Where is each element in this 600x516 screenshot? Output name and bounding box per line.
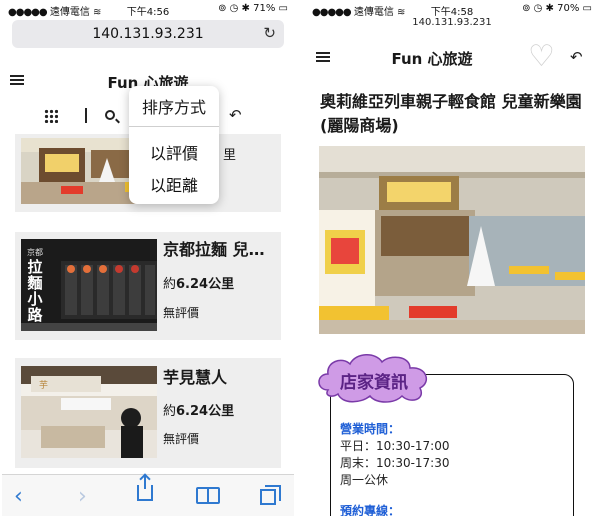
bookmarks-icon[interactable]: [196, 487, 220, 504]
closed-day: 周一公休: [340, 473, 389, 487]
hours-weekday: 平日：10:30-17:00: [340, 439, 450, 453]
undo-icon[interactable]: ↶: [229, 106, 242, 124]
sign-text: 拉麵小路: [27, 258, 43, 324]
status-bar: ●●●●● 遠傳電信 ≋ 下午4:58 ⊚ ◷ ✱ 70% ▭: [306, 0, 598, 18]
grid-icon[interactable]: [44, 109, 58, 123]
distance: 約6.24公里: [163, 404, 235, 419]
tabs-icon[interactable]: [260, 485, 281, 505]
divider: [129, 126, 219, 127]
browser-toolbar: ‹ ›: [2, 474, 294, 516]
sort-popover-title: 排序方式: [141, 98, 206, 117]
hours-weekend: 周末：10:30-17:30: [340, 456, 450, 470]
hours-label: 營業時間：: [340, 422, 401, 436]
share-icon[interactable]: [137, 475, 153, 501]
restaurant-thumbnail: 京都 拉麵小路: [21, 239, 157, 331]
list-item[interactable]: 京都 拉麵小路 京都拉麵 兒童新樂園 約6.24公里 無評價: [15, 232, 281, 340]
heart-icon[interactable]: ♡: [528, 42, 555, 72]
url-text[interactable]: 140.131.93.231: [306, 17, 598, 28]
list-item[interactable]: 芋 芋見慧人 約6.24公里 無評價: [15, 358, 281, 468]
battery-percent: 71%: [253, 3, 276, 14]
reload-icon[interactable]: ↻: [263, 24, 276, 42]
sort-by-rating-option[interactable]: 以評價: [129, 140, 219, 164]
sort-popover: 排序方式 以評價 以距離: [129, 86, 219, 204]
distance: 約6.24公里: [163, 277, 235, 292]
status-bar: ●●●●● 遠傳電信 ≋ 下午4:56 ⊚ ◷ ✱ 71% ▭: [2, 0, 294, 18]
battery-percent: 70%: [557, 3, 580, 14]
address-bar[interactable]: 140.131.93.231 ↻: [12, 20, 284, 48]
divider: [85, 108, 87, 123]
info-header: 店家資訊: [340, 373, 408, 393]
restaurant-title: 奧莉維亞列車親子輕食館 兒童新樂園(麗陽商場): [320, 92, 582, 135]
left-phone-screen: ●●●●● 遠傳電信 ≋ 下午4:56 ⊚ ◷ ✱ 71% ▭ 140.131.…: [2, 0, 294, 516]
restaurant-name[interactable]: 芋見慧人: [163, 364, 279, 388]
svg-text:芋: 芋: [39, 380, 48, 391]
sort-by-distance-option[interactable]: 以距離: [129, 172, 219, 196]
url-text[interactable]: 140.131.93.231: [12, 26, 284, 42]
forward-icon[interactable]: ›: [78, 484, 87, 509]
battery-icon: ▭: [278, 3, 288, 14]
distance-fragment: 里: [223, 148, 237, 163]
restaurant-photo: [319, 146, 585, 334]
rating-text: 無評價: [163, 432, 200, 446]
rating-text: 無評價: [163, 306, 200, 320]
restaurant-name[interactable]: 京都拉麵 兒童新樂園: [163, 236, 279, 260]
sign-small-text: 京都: [27, 248, 43, 257]
restaurant-thumbnail: 芋: [21, 366, 157, 458]
battery-icon: ▭: [582, 3, 592, 14]
right-phone-screen: ●●●●● 遠傳電信 ≋ 下午4:58 ⊚ ◷ ✱ 70% ▭ 140.131.…: [306, 0, 598, 516]
undo-icon[interactable]: ↶: [570, 48, 583, 66]
search-icon[interactable]: [105, 110, 115, 120]
reservation-label: 預約專線：: [340, 504, 401, 516]
back-icon[interactable]: ‹: [14, 484, 23, 509]
